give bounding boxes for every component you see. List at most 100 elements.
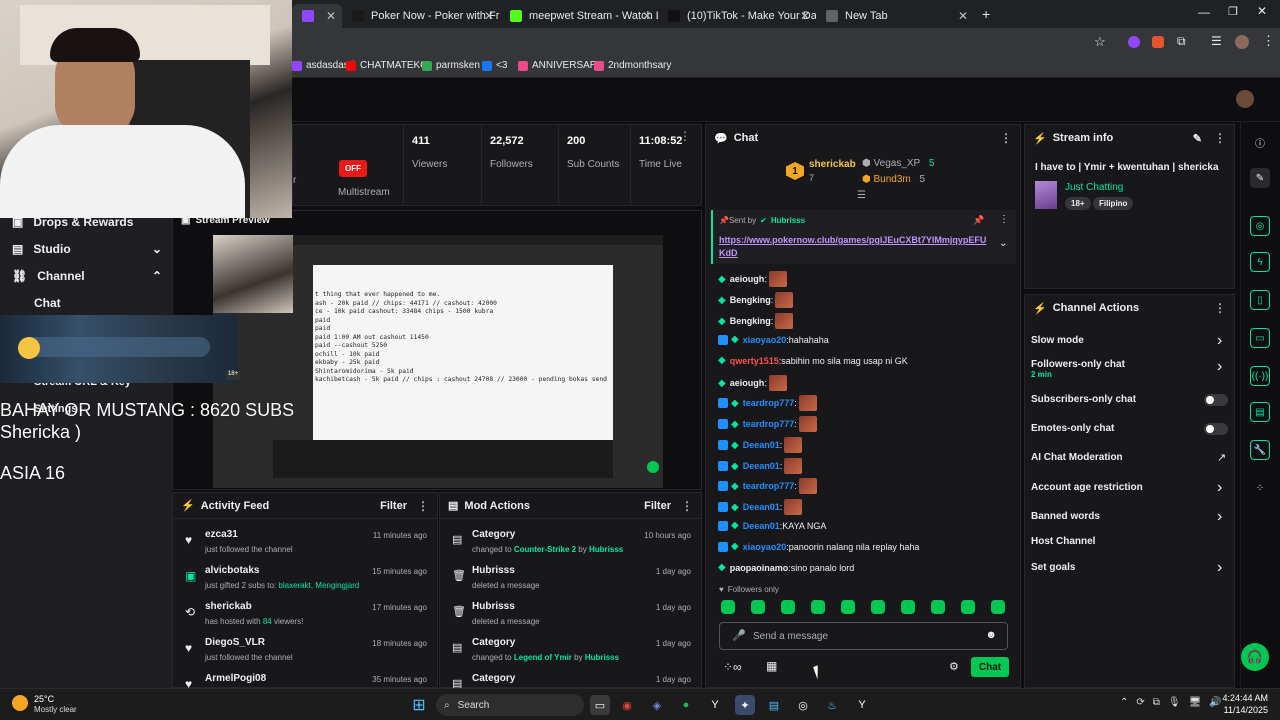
puzzle-icon[interactable]: ⧉ — [1177, 34, 1186, 49]
chat-username[interactable]: xiaoyao20 — [743, 542, 787, 552]
chevron-down-icon[interactable]: ⌄ — [999, 238, 1007, 249]
chat-username[interactable]: aeiough — [730, 378, 765, 388]
close-tab-icon[interactable]: ✕ — [958, 9, 968, 23]
leader-name[interactable]: ⬢ Vegas_XP 5 — [862, 158, 934, 169]
chat-username[interactable]: paopaoinamo — [730, 563, 789, 573]
profile-avatar[interactable] — [1235, 35, 1249, 49]
chat-message[interactable]: ◆ teardrop777: — [718, 395, 817, 411]
pinned-link[interactable]: https://www.pokernow.club/games/pglJEuCX… — [719, 234, 991, 260]
leader-name[interactable]: ⬢ Bund3m 5 — [862, 174, 925, 185]
menu-icon[interactable]: ⋮ — [1262, 33, 1275, 49]
more-apps-icon[interactable]: ⁘ — [1250, 478, 1270, 498]
new-tab-button[interactable]: + — [982, 6, 990, 22]
toggle-switch[interactable] — [1204, 394, 1228, 406]
chat-message[interactable]: ◆ xiaoyao20: panoorin nalang nila replay … — [718, 541, 919, 552]
browser-tab[interactable]: ✕ — [292, 4, 342, 28]
activity-item[interactable]: ♥ DiegoS_VLR just followed the channel 18 m… — [173, 637, 437, 671]
emote-icon[interactable] — [751, 600, 765, 614]
emote-icon[interactable] — [841, 600, 855, 614]
chevron-right-icon[interactable]: › — [1217, 508, 1222, 526]
chat-message[interactable]: ◆ qwerty1515: sabihin mo sila mag usap ni… — [718, 355, 908, 366]
channel-action-item[interactable]: Host Channel — [1031, 536, 1095, 547]
close-tab-icon[interactable]: ✕ — [484, 9, 494, 23]
collapse-icon[interactable]: ☰ — [857, 190, 866, 201]
more-icon[interactable]: ⋮ — [1214, 131, 1226, 145]
off-badge[interactable]: OFF — [339, 160, 367, 177]
clock-time[interactable]: 4:24:44 AM — [1222, 693, 1268, 703]
clipboard-icon[interactable]: ▯ — [1250, 290, 1270, 310]
taskbar-search[interactable]: ⌕ Search — [436, 694, 584, 716]
wrench-icon[interactable]: 🔧 — [1250, 440, 1270, 460]
task-view-icon[interactable]: ▭ — [590, 695, 610, 715]
activity-user[interactable]: ArmelPogi08 — [205, 673, 266, 684]
mic-icon[interactable]: 🎤 — [732, 629, 746, 642]
minimize-icon[interactable]: — — [1198, 5, 1210, 19]
user-avatar[interactable] — [1236, 90, 1254, 108]
activity-item[interactable]: ▣ alvicbotaks just gifted 2 subs to: blaxe… — [173, 565, 437, 599]
weather-temp[interactable]: 25°C — [34, 694, 54, 704]
target-icon[interactable]: ◎ — [1250, 216, 1270, 236]
chrome-icon[interactable]: ◉ — [617, 695, 637, 715]
filter-button[interactable]: Filter — [644, 500, 671, 512]
chat-message[interactable]: ◆ Bengking: — [718, 292, 794, 308]
emote-icon[interactable] — [871, 600, 885, 614]
leader-name[interactable]: sherickab — [809, 159, 856, 170]
bookmark-star-icon[interactable]: ☆ — [1094, 34, 1106, 50]
broadcast-icon[interactable]: ((·)) — [1250, 366, 1270, 386]
pinned-message[interactable]: 📌 Sent by ✔ Hubrisss 📌 ⋮ https://www.poker… — [711, 210, 1016, 264]
activity-user[interactable]: DiegoS_VLR — [205, 637, 265, 648]
maximize-icon[interactable]: ❐ — [1228, 5, 1238, 18]
app-icon[interactable]: Y — [852, 695, 872, 715]
system-tray[interactable]: ⌃⟳⧉🎙🖥🔊 — [1120, 697, 1230, 708]
discord-icon[interactable]: ◈ — [647, 695, 667, 715]
more-icon[interactable]: ⋮ — [417, 499, 429, 513]
close-tab-icon[interactable]: ✕ — [642, 9, 652, 23]
sidebar-item-studio[interactable]: ▤ Studio ⌄ — [12, 242, 162, 256]
toggle-switch[interactable] — [1204, 423, 1228, 435]
chevron-right-icon[interactable]: › — [1217, 559, 1222, 577]
emote-icon[interactable] — [961, 600, 975, 614]
chat-input[interactable]: 🎤 Send a message ☻ — [719, 622, 1008, 650]
chevron-right-icon[interactable]: › — [1217, 332, 1222, 350]
sidebar-item-channel[interactable]: ⛓ Channel ⌃ — [12, 269, 162, 283]
chat-username[interactable]: Deean01 — [743, 461, 780, 471]
chat-message[interactable]: ◆ Deean01: KAYA NGA — [718, 520, 826, 531]
extension-icon[interactable] — [1152, 36, 1164, 48]
bookmark-item[interactable]: <3 — [482, 60, 507, 71]
weather-text[interactable]: Mostly clear — [34, 705, 77, 714]
obs-icon[interactable]: ◎ — [793, 695, 813, 715]
emote-icon[interactable] — [781, 600, 795, 614]
close-tab-icon[interactable]: ✕ — [326, 9, 336, 23]
close-window-icon[interactable]: ✕ — [1257, 4, 1267, 18]
emote-icon[interactable] — [721, 600, 735, 614]
activity-user[interactable]: sherickab — [205, 601, 252, 612]
mod-action-item[interactable]: ▤ Category changed to Counter-Strike 2 by … — [440, 529, 701, 563]
multistream-label[interactable]: Multistream — [338, 187, 390, 198]
app-icon[interactable]: Y — [705, 695, 725, 715]
channel-action-item[interactable]: AI Chat Moderation — [1031, 452, 1123, 463]
chat-username[interactable]: Bengking — [730, 295, 771, 305]
unpin-icon[interactable]: 📌 — [973, 215, 984, 226]
edit-icon[interactable]: ✎ — [1250, 168, 1270, 188]
mod-action-item[interactable]: 🗑 Hubrisss deleted a message 1 day ago — [440, 601, 701, 635]
sidebar-item-chat[interactable]: Chat — [34, 296, 61, 310]
reading-list-icon[interactable]: ☰ — [1211, 34, 1222, 48]
channel-action-item[interactable]: Slow mode — [1031, 335, 1084, 346]
chat-username[interactable]: Deean01 — [743, 521, 780, 531]
emote-icon[interactable] — [901, 600, 915, 614]
chat-username[interactable]: aeiough — [730, 274, 765, 284]
windows-start-icon[interactable]: ⊞ — [409, 695, 429, 715]
mod-action-item[interactable]: ▤ Category changed to Legend of Ymir by Hu… — [440, 637, 701, 671]
category-link[interactable]: Just Chatting — [1065, 182, 1123, 193]
chat-message[interactable]: ◆ Deean01: — [718, 437, 803, 453]
gear-icon[interactable]: ⚙ — [949, 660, 959, 673]
more-icon[interactable]: ⋮ — [679, 129, 691, 143]
chat-message[interactable]: ◆ Deean01: — [718, 458, 803, 474]
chat-username[interactable]: xiaoyao20 — [743, 335, 787, 345]
chevron-right-icon[interactable]: › — [1217, 479, 1222, 497]
mod-action-item[interactable]: 🗑 Hubrisss deleted a message 1 day ago — [440, 565, 701, 599]
channel-action-item[interactable]: Set goals — [1031, 562, 1075, 573]
activity-user[interactable]: ezca31 — [205, 529, 238, 540]
edit-icon[interactable]: ✎ — [1193, 132, 1202, 145]
clock-date[interactable]: 11/14/2025 — [1222, 705, 1268, 715]
